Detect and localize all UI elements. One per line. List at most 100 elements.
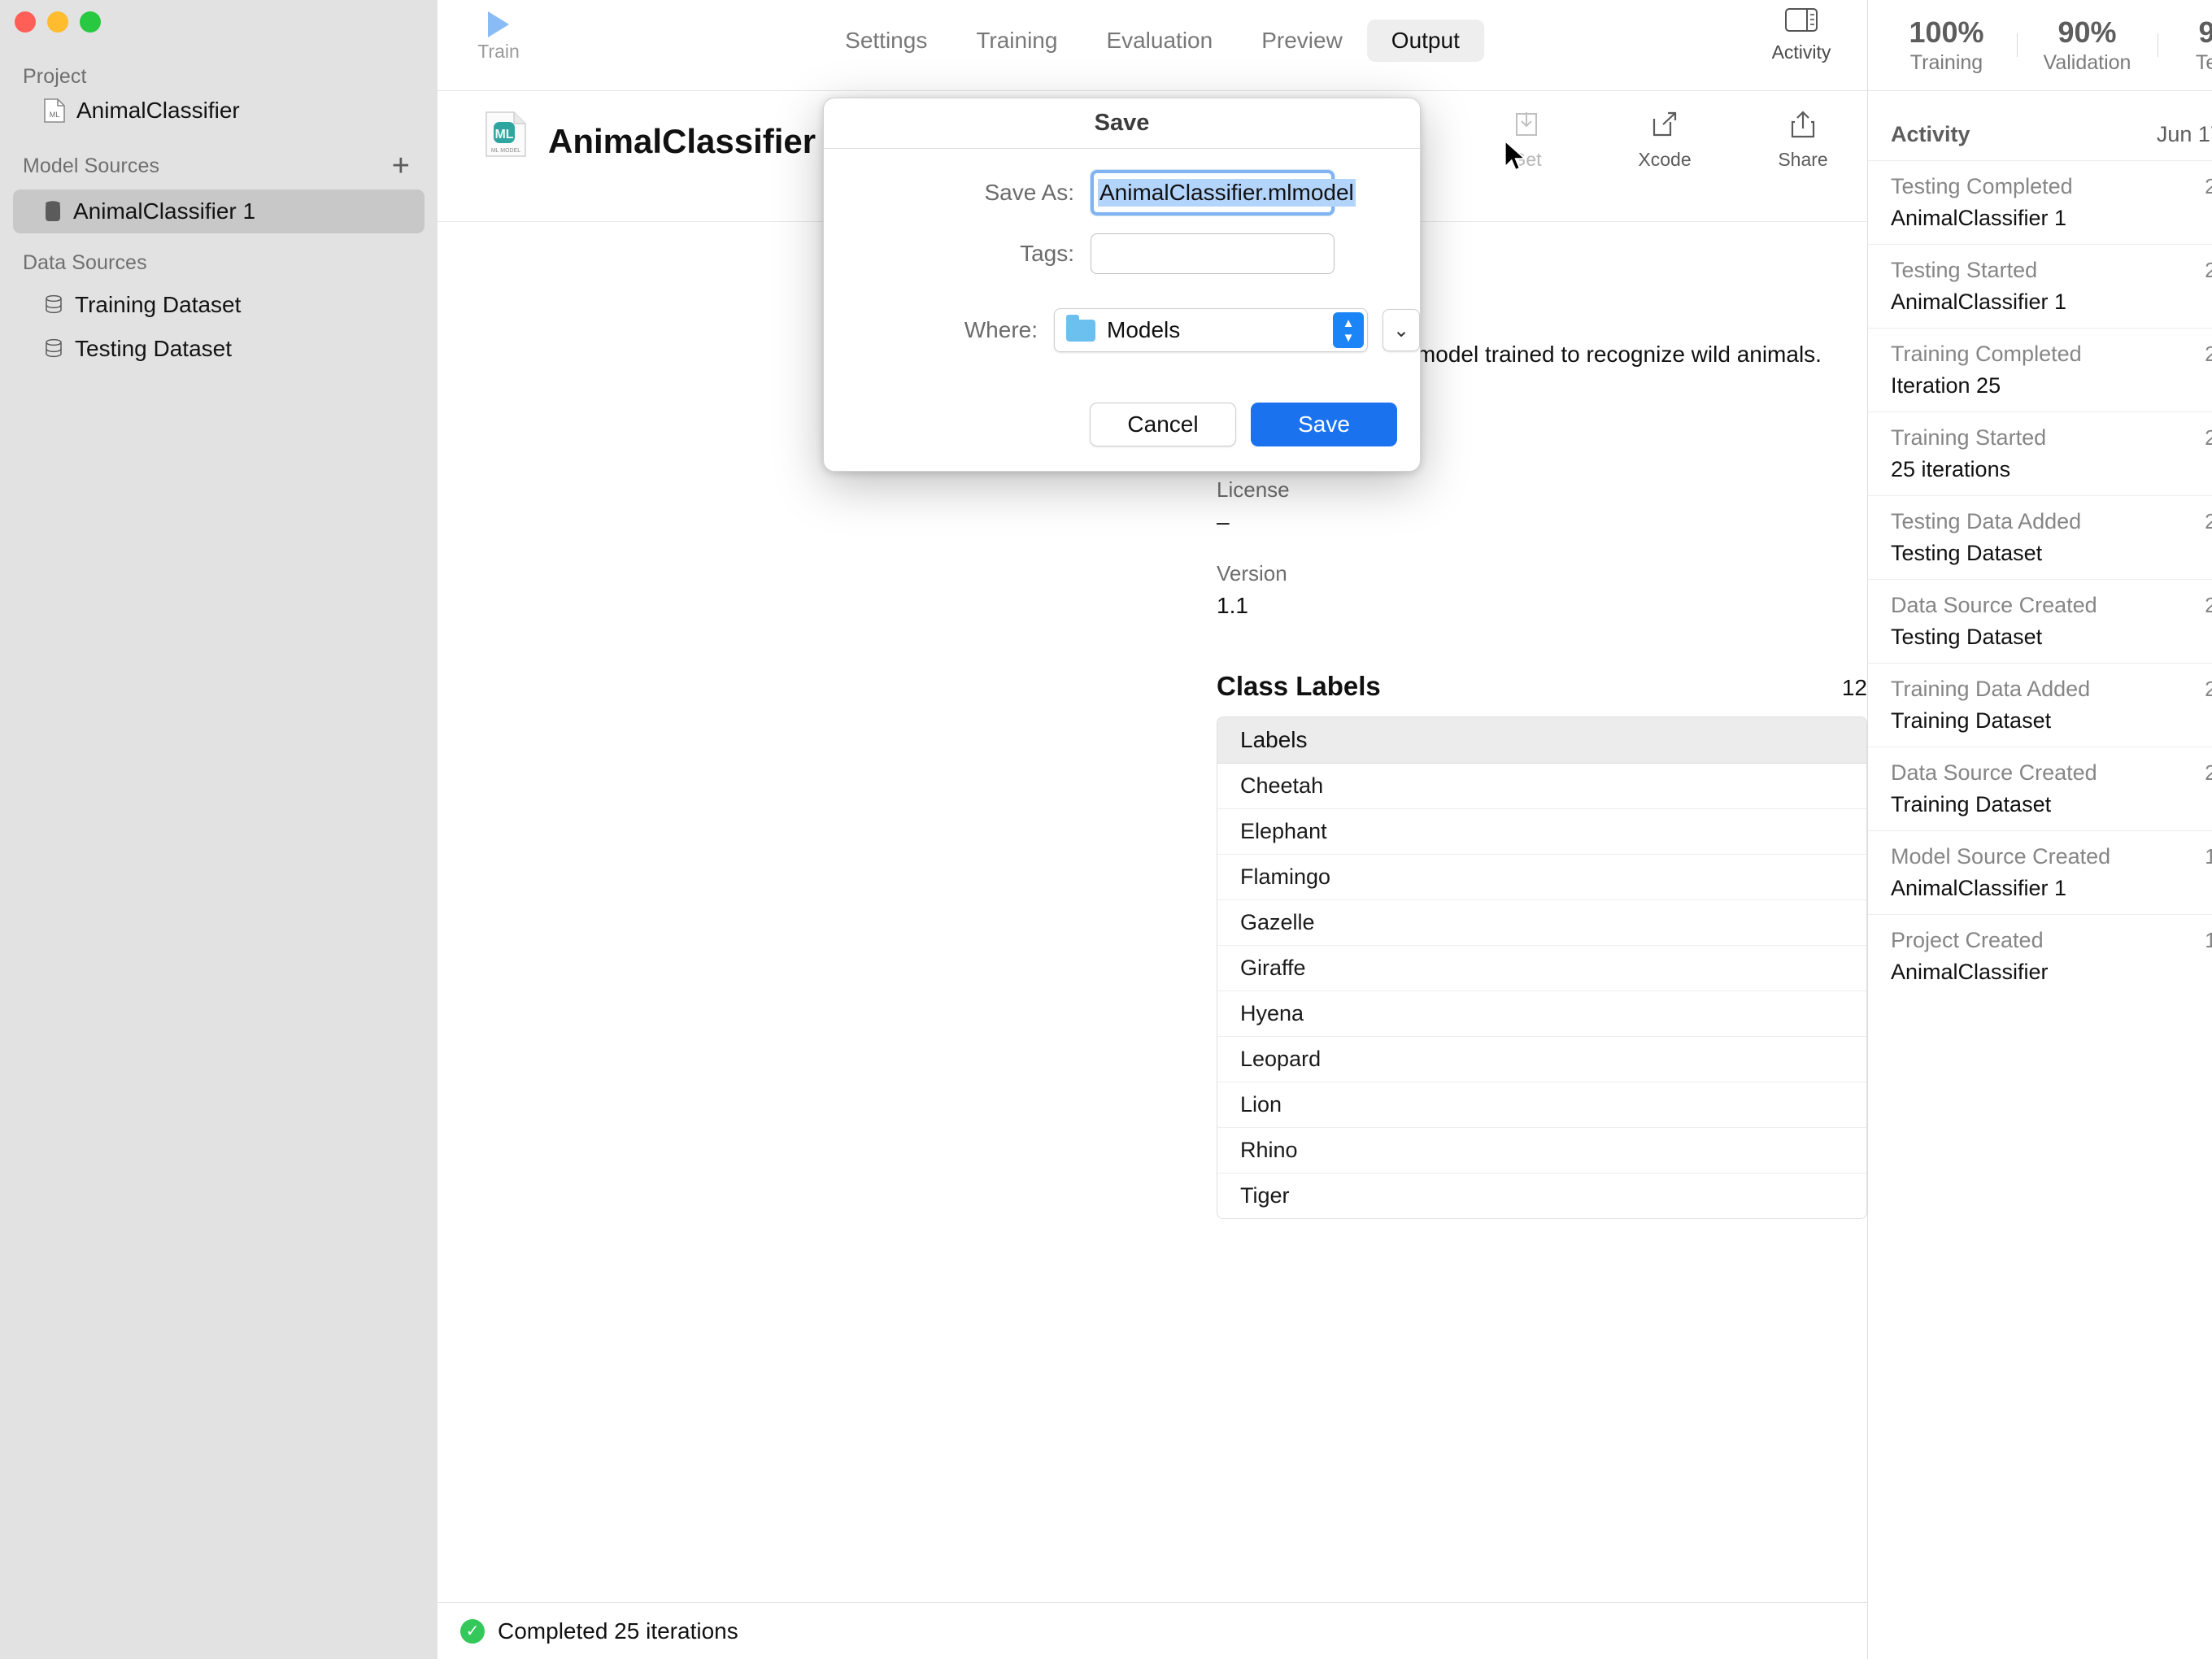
sidebar-item-label: AnimalClassifier 1 (73, 198, 255, 224)
accuracy-training: 100% Training (1876, 15, 2017, 75)
accuracy-summary: 100% Training 90% Validation 97% Testing (1868, 0, 2212, 91)
zoom-button[interactable] (80, 11, 101, 33)
accuracy-testing: 97% Testing (2158, 15, 2212, 75)
table-row[interactable]: Flamingo (1217, 855, 1866, 900)
activity-event: Model Source Created (1891, 844, 2110, 869)
activity-subject: Training Dataset (1891, 792, 2212, 817)
class-labels-header: Class Labels 12 (1217, 671, 1867, 702)
list-item[interactable]: Data Source Created 2:01 PM Testing Data… (1868, 579, 2212, 663)
tab-preview[interactable]: Preview (1237, 20, 1367, 62)
sidebar-group-model-sources: Model Sources + AnimalClassifier 1 (0, 150, 438, 233)
activity-time: 2:01 PM (2205, 425, 2212, 451)
add-model-source-icon[interactable]: + (392, 150, 410, 181)
activity-time: 2:00 PM (2205, 677, 2212, 702)
class-labels-title: Class Labels (1217, 671, 1381, 702)
activity-toggle-button[interactable]: Activity (1753, 7, 1849, 63)
minimize-button[interactable] (47, 11, 68, 33)
table-row[interactable]: Leopard (1217, 1037, 1866, 1082)
download-icon (1510, 109, 1543, 140)
list-item[interactable]: Data Source Created 2:00 PM Training Dat… (1868, 747, 2212, 830)
list-item[interactable]: Training Started 2:01 PM 25 iterations (1868, 411, 2212, 495)
table-row[interactable]: Giraffe (1217, 946, 1866, 991)
updown-chevron-icon[interactable]: ▲▼ (1333, 312, 1364, 348)
activity-subject: AnimalClassifier 1 (1891, 290, 2212, 315)
accuracy-label: Testing (2158, 51, 2212, 75)
sidebar-item-testing-dataset[interactable]: Testing Dataset (13, 327, 425, 371)
mouse-cursor (1503, 140, 1527, 174)
where-row: Where: Models ▲▼ ⌄ (824, 308, 1420, 352)
svg-text:ML: ML (494, 128, 513, 142)
activity-label: Activity (1753, 41, 1849, 63)
table-row[interactable]: Lion (1217, 1082, 1866, 1128)
list-item[interactable]: Training Data Added 2:00 PM Training Dat… (1868, 663, 2212, 747)
activity-subject: Iteration 25 (1891, 373, 2212, 398)
sidebar-item-model-animalclassifier-1[interactable]: AnimalClassifier 1 (13, 189, 425, 233)
xcode-label: Xcode (1617, 149, 1713, 171)
open-external-icon (1648, 109, 1681, 140)
activity-subject: 25 iterations (1891, 457, 2212, 482)
activity-subject: Testing Dataset (1891, 625, 2212, 650)
activity-time: 2:00 PM (2205, 760, 2212, 786)
cancel-button[interactable]: Cancel (1090, 403, 1236, 446)
tab-training[interactable]: Training (951, 20, 1082, 62)
ml-model-file-icon: ML ML MODEL (485, 111, 527, 158)
tags-input[interactable] (1091, 233, 1335, 274)
table-row[interactable]: Hyena (1217, 991, 1866, 1037)
share-label: Share (1755, 149, 1851, 171)
tab-bar: Settings Training Evaluation Preview Out… (821, 20, 1484, 62)
tags-row: Tags: (824, 233, 1420, 274)
expand-dialog-button[interactable]: ⌄ (1382, 309, 1420, 351)
train-button[interactable]: Train (454, 5, 543, 63)
table-row[interactable]: Elephant (1217, 809, 1866, 855)
where-label: Where: (824, 317, 1054, 343)
activity-list: Testing Completed 2:01 PM AnimalClassifi… (1868, 160, 2212, 998)
save-as-input[interactable]: AnimalClassifier.mlmodel (1091, 170, 1335, 216)
table-row[interactable]: Tiger (1217, 1173, 1866, 1218)
train-label: Train (454, 41, 543, 63)
where-popup-button[interactable]: Models ▲▼ (1054, 308, 1368, 352)
sidebar-item-project-animalclassifier[interactable]: ML AnimalClassifier (13, 89, 425, 133)
table-row[interactable]: Cheetah (1217, 764, 1866, 809)
activity-event: Training Data Added (1891, 677, 2090, 702)
activity-event: Testing Data Added (1891, 509, 2081, 534)
share-button[interactable]: Share (1755, 109, 1851, 171)
class-labels-count: 12 (1842, 675, 1867, 701)
close-button[interactable] (15, 11, 36, 33)
table-column-header-labels: Labels (1217, 717, 1866, 764)
list-item[interactable]: Model Source Created 1:58 PM AnimalClass… (1868, 830, 2212, 914)
accuracy-value: 90% (2017, 15, 2158, 50)
metadata-value-license: – (1217, 509, 1867, 535)
activity-panel: 100% Training 90% Validation 97% Testing… (1867, 0, 2212, 1659)
accuracy-value: 97% (2158, 15, 2212, 50)
save-button[interactable]: Save (1251, 403, 1397, 446)
tab-settings[interactable]: Settings (821, 20, 951, 62)
activity-subject: AnimalClassifier (1891, 960, 2212, 985)
activity-heading: Activity (1891, 122, 1970, 147)
list-item[interactable]: Training Completed 2:01 PM Iteration 25 (1868, 328, 2212, 411)
table-row[interactable]: Gazelle (1217, 900, 1866, 946)
list-item[interactable]: Testing Data Added 2:01 PM Testing Datas… (1868, 495, 2212, 579)
activity-time: 1:58 PM (2205, 844, 2212, 869)
tab-output[interactable]: Output (1367, 20, 1484, 62)
xcode-button[interactable]: Xcode (1617, 109, 1713, 171)
activity-event: Training Started (1891, 425, 2046, 451)
sidebar-panel-icon (1784, 7, 1818, 34)
table-row[interactable]: Rhino (1217, 1128, 1866, 1173)
list-item[interactable]: Testing Completed 2:01 PM AnimalClassifi… (1868, 160, 2212, 244)
model-title: AnimalClassifier 1 (548, 122, 844, 161)
activity-event: Testing Started (1891, 258, 2037, 283)
activity-time: 2:01 PM (2205, 593, 2212, 618)
list-item[interactable]: Project Created 1:58 PM AnimalClassifier (1868, 914, 2212, 998)
activity-time: 1:58 PM (2205, 928, 2212, 953)
activity-event: Testing Completed (1891, 174, 2073, 199)
app-window: Project ML AnimalClassifier Model Source… (0, 0, 2212, 1659)
tab-evaluation[interactable]: Evaluation (1082, 20, 1237, 62)
sidebar-item-training-dataset[interactable]: Training Dataset (13, 283, 425, 327)
where-value: Models (1107, 317, 1180, 343)
svg-text:ML: ML (50, 111, 60, 119)
window-controls (15, 11, 101, 33)
accuracy-value: 100% (1876, 15, 2017, 50)
list-item[interactable]: Testing Started 2:01 PM AnimalClassifier… (1868, 244, 2212, 328)
activity-time: 2:01 PM (2205, 509, 2212, 534)
save-as-value: AnimalClassifier.mlmodel (1098, 179, 1356, 207)
